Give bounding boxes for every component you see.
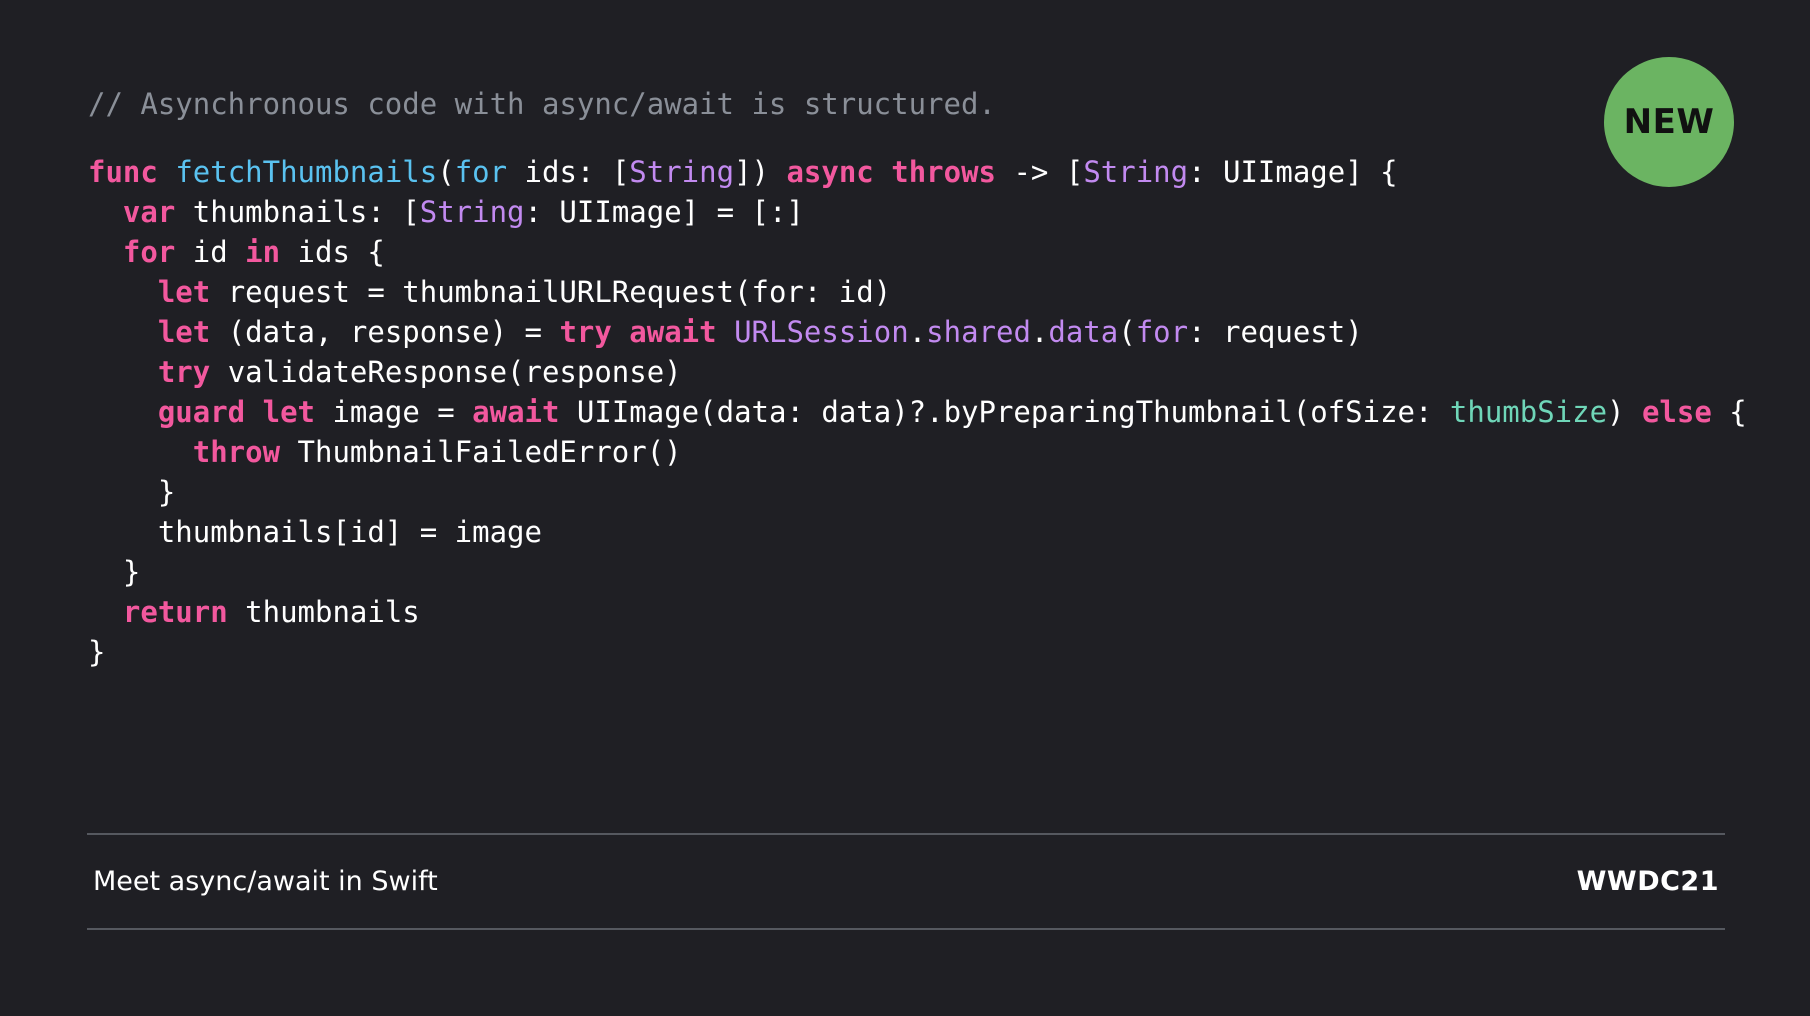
code-token-keyword: in: [245, 235, 281, 269]
code-line: }: [88, 632, 1747, 672]
code-token-keyword: let: [157, 315, 211, 349]
code-line: guard let image = await UIImage(data: da…: [88, 392, 1747, 432]
code-token-plain: ThumbnailFailedError(): [280, 435, 682, 469]
code-token-keyword: return: [122, 595, 228, 629]
code-token-member: data: [1048, 315, 1119, 349]
code-line: for id in ids {: [88, 232, 1747, 272]
code-token-plain: (: [437, 155, 455, 189]
code-token-type: URLSession: [734, 315, 909, 349]
code-token-plain: .: [908, 315, 927, 349]
code-token-keyword: else: [1641, 395, 1712, 429]
footer-divider-top: [87, 833, 1725, 835]
code-token-member: shared: [926, 315, 1031, 349]
code-token-keyword: try: [157, 355, 211, 389]
code-token-plain: -> [: [996, 155, 1084, 189]
code-token-comment: // Asynchronous code with async/await is…: [88, 87, 996, 121]
code-block: // Asynchronous code with async/await is…: [88, 84, 1747, 672]
code-token-plain: : UIImage] {: [1188, 155, 1398, 189]
code-token-keyword: func: [88, 155, 158, 189]
code-token-plain: .: [1030, 315, 1049, 349]
code-token-plain: validateResponse(response): [210, 355, 682, 389]
code-token-plain: : request): [1188, 315, 1363, 349]
code-token-keyword: async: [786, 155, 874, 189]
code-token-keyword: var: [122, 195, 176, 229]
code-token-type: for: [1135, 315, 1189, 349]
code-token-plain: thumbnails: [: [175, 195, 420, 229]
code-line: let request = thumbnailURLRequest(for: i…: [88, 272, 1747, 312]
code-token-plain: : UIImage] = [:]: [524, 195, 804, 229]
code-token-plain: thumbnails[id] = image: [88, 515, 542, 549]
code-token-var: thumbSize: [1449, 395, 1608, 429]
code-token-plain: (: [1118, 315, 1136, 349]
code-token-type: String: [629, 155, 735, 189]
code-line: var thumbnails: [String: UIImage] = [:]: [88, 192, 1747, 232]
code-line: thumbnails[id] = image: [88, 512, 1747, 552]
code-token-fn-decl: for: [454, 155, 508, 189]
code-token-plain: ): [1607, 395, 1642, 429]
code-line: throw ThumbnailFailedError(): [88, 432, 1747, 472]
code-comment-line: // Asynchronous code with async/await is…: [88, 84, 1747, 124]
event-label: WWDC21: [1576, 866, 1719, 897]
code-token-keyword: let: [262, 395, 316, 429]
code-line: return thumbnails: [88, 592, 1747, 632]
code-token-plain: id: [175, 235, 246, 269]
footer-divider-bottom: [87, 928, 1725, 930]
code-token-plain: }: [88, 475, 176, 509]
code-token-plain: ids {: [280, 235, 385, 269]
code-token-keyword: await: [472, 395, 560, 429]
code-token-keyword: let: [157, 275, 211, 309]
code-line: try validateResponse(response): [88, 352, 1747, 392]
code-token-plain: thumbnails: [227, 595, 420, 629]
code-token-keyword: for: [122, 235, 176, 269]
code-line: }: [88, 472, 1747, 512]
code-token-keyword: throw: [192, 435, 281, 469]
code-token-plain: ]): [734, 155, 787, 189]
code-token-plain: UIImage(data: data)?.byPreparingThumbnai…: [559, 395, 1450, 429]
code-token-keyword: try: [559, 315, 612, 349]
code-token-plain: {: [1711, 395, 1747, 429]
code-token-plain: (data, response) =: [210, 315, 560, 349]
code-token-plain: }: [88, 635, 106, 669]
code-token-keyword: throws: [891, 155, 996, 189]
new-badge: NEW: [1604, 57, 1734, 187]
code-line: func fetchThumbnails(for ids: [String]) …: [88, 152, 1747, 192]
session-title: Meet async/await in Swift: [93, 866, 438, 897]
code-token-type: String: [419, 195, 525, 229]
code-token-fn-decl: fetchThumbnails: [175, 155, 438, 189]
code-token-keyword: guard: [157, 395, 246, 429]
code-line: let (data, response) = try await URLSess…: [88, 312, 1747, 352]
code-token-plain: image =: [315, 395, 473, 429]
code-token-type: String: [1083, 155, 1189, 189]
code-token-plain: request = thumbnailURLRequest(for: id): [210, 275, 892, 309]
code-line: }: [88, 552, 1747, 592]
code-token-plain: ids: [: [507, 155, 630, 189]
code-token-plain: }: [88, 555, 141, 589]
code-token-keyword: await: [629, 315, 717, 349]
